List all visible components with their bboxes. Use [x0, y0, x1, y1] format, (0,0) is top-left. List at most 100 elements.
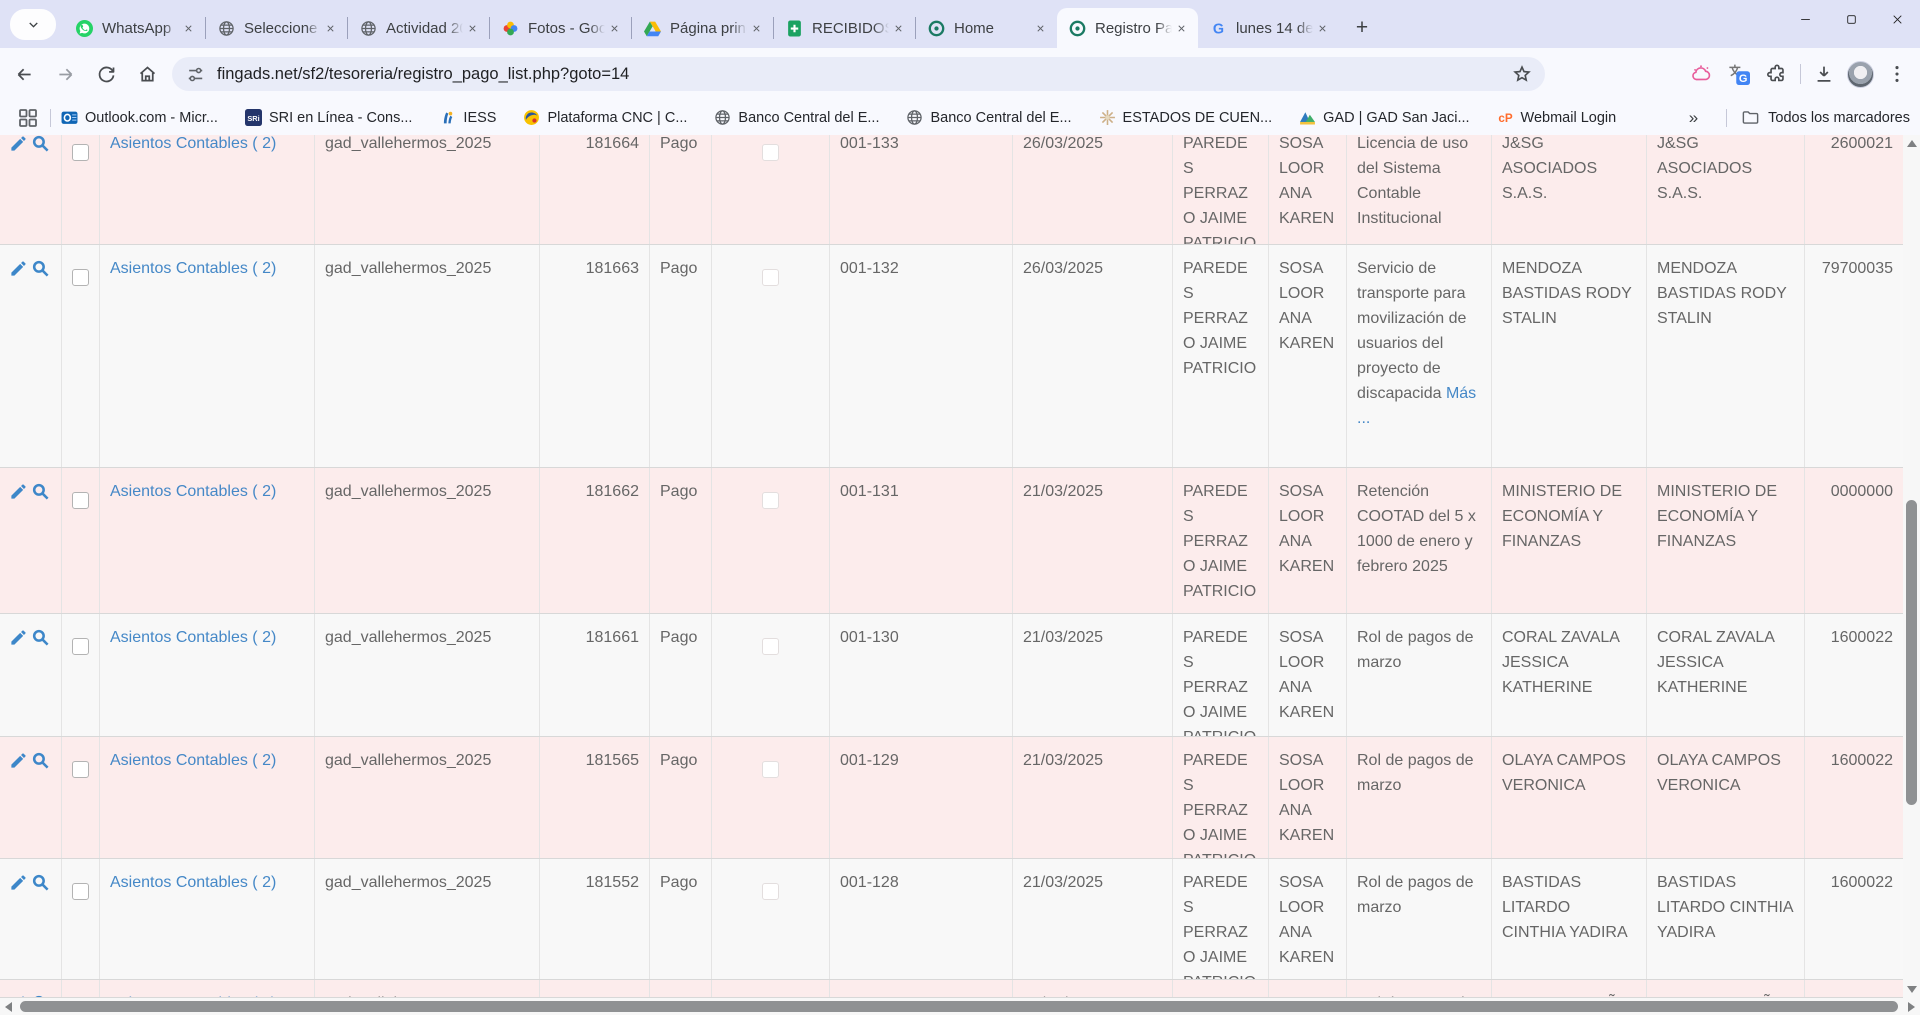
tab-title: WhatsApp — [102, 20, 179, 37]
view-search-icon[interactable] — [31, 482, 50, 501]
browser-menu-icon[interactable] — [1882, 59, 1912, 89]
tab-registro-pag[interactable]: Registro Pag — [1057, 8, 1198, 48]
tab-home[interactable]: Home — [916, 8, 1057, 48]
maximize-button[interactable] — [1828, 0, 1874, 38]
flag-checkbox[interactable] — [762, 144, 779, 161]
edit-icon[interactable] — [9, 482, 28, 501]
tab-search-button[interactable] — [10, 9, 56, 40]
fecha-cell: 26/03/2025 — [1013, 135, 1173, 245]
view-search-icon[interactable] — [31, 751, 50, 770]
all-bookmarks-button[interactable]: Todos los marcadores — [1768, 110, 1910, 126]
apps-grid-icon[interactable] — [16, 106, 40, 130]
site-settings-icon[interactable] — [186, 65, 205, 84]
bookmark-gad-gad-san-jaci[interactable]: GAD | GAD San Jaci... — [1299, 109, 1469, 126]
tipo-cell: Pago — [650, 135, 712, 245]
view-search-icon[interactable] — [31, 873, 50, 892]
home-button[interactable] — [130, 57, 164, 91]
edit-icon[interactable] — [9, 873, 28, 892]
scroll-up-arrow[interactable] — [1903, 135, 1920, 152]
tab-close-icon[interactable] — [1172, 19, 1190, 37]
bookmark-sri-en-l-nea-cons[interactable]: SRiSRI en Línea - Cons... — [245, 109, 412, 126]
row-select-checkbox[interactable] — [72, 492, 89, 509]
edit-icon[interactable] — [9, 628, 28, 647]
url-text[interactable]: fingads.net/sf2/tesoreria/registro_pago_… — [217, 65, 1511, 84]
tab-p-gina-princi[interactable]: Página princi — [632, 8, 773, 48]
asientos-contables-link[interactable]: Asientos Contables ( 2) — [110, 629, 276, 646]
scroll-right-arrow[interactable] — [1903, 998, 1920, 1015]
tab-actividad-202[interactable]: Actividad 202 — [348, 8, 489, 48]
tab-close-icon[interactable] — [179, 19, 197, 37]
view-search-icon[interactable] — [31, 259, 50, 278]
back-button[interactable] — [7, 57, 41, 91]
downloads-icon[interactable] — [1809, 59, 1839, 89]
asientos-contables-link[interactable]: Asientos Contables ( 2) — [110, 260, 276, 277]
bookmark-banco-central-del-e[interactable]: Banco Central del E... — [714, 109, 879, 126]
close-window-button[interactable] — [1874, 0, 1920, 38]
row-select-checkbox[interactable] — [72, 269, 89, 286]
tab-recibidos-xl[interactable]: RECIBIDOS.xl — [774, 8, 915, 48]
bookmark-plataforma-cnc-c[interactable]: Plataforma CNC | C... — [523, 109, 687, 126]
descripcion-cell: Rol de pagos de marzo — [1347, 980, 1492, 998]
flag-checkbox[interactable] — [762, 638, 779, 655]
tab-close-icon[interactable] — [747, 19, 765, 37]
asientos-contables-link[interactable]: Asientos Contables ( 2) — [110, 874, 276, 891]
view-search-icon[interactable] — [31, 628, 50, 647]
tab-fotos-goog[interactable]: Fotos - Goog — [490, 8, 631, 48]
horizontal-scrollbar-thumb[interactable] — [20, 1001, 1898, 1012]
tab-close-icon[interactable] — [605, 19, 623, 37]
tab-lunes-14-de-a[interactable]: Glunes 14 de a — [1198, 8, 1339, 48]
tab-close-icon[interactable] — [463, 19, 481, 37]
empresa-cell: gad_vallehermos_2025 — [315, 245, 540, 467]
bookmark-iess[interactable]: IESS — [439, 109, 496, 126]
tab-seleccione-ac[interactable]: Seleccione Ac — [206, 8, 347, 48]
tab-close-icon[interactable] — [321, 19, 339, 37]
forward-button[interactable] — [48, 57, 82, 91]
row-select-checkbox[interactable] — [72, 761, 89, 778]
scroll-down-arrow[interactable] — [1903, 981, 1920, 998]
translate-icon[interactable]: G — [1724, 59, 1754, 89]
asientos-contables-link[interactable]: Asientos Contables ( 2) — [110, 752, 276, 769]
new-tab-button[interactable]: + — [1348, 14, 1376, 42]
minimize-button[interactable] — [1782, 0, 1828, 38]
row-select-checkbox[interactable] — [72, 144, 89, 161]
extension-pink-icon[interactable] — [1686, 59, 1716, 89]
flag-checkbox[interactable] — [762, 761, 779, 778]
edit-icon[interactable] — [9, 259, 28, 278]
profile-avatar[interactable] — [1847, 61, 1874, 88]
bookmark-outlook-com-micr[interactable]: Outlook.com - Micr... — [61, 109, 218, 126]
view-search-icon[interactable] — [31, 135, 50, 153]
extensions-puzzle-icon[interactable] — [1762, 59, 1792, 89]
address-bar[interactable]: fingads.net/sf2/tesoreria/registro_pago_… — [172, 57, 1545, 91]
row-select-checkbox[interactable] — [72, 638, 89, 655]
horizontal-scrollbar[interactable] — [0, 998, 1920, 1015]
row-select-checkbox[interactable] — [72, 883, 89, 900]
bookmark-star-icon[interactable] — [1511, 63, 1533, 85]
flag-checkbox[interactable] — [762, 269, 779, 286]
edit-icon[interactable] — [9, 751, 28, 770]
bookmark-estados-de-cuen[interactable]: ESTADOS DE CUEN... — [1099, 109, 1273, 126]
vertical-scrollbar[interactable] — [1903, 135, 1920, 998]
sheets-icon — [786, 20, 803, 37]
asientos-contables-link[interactable]: Asientos Contables ( 2) — [110, 135, 276, 152]
flag-checkbox[interactable] — [762, 883, 779, 900]
table-row: Asientos Contables ( 2) gad_vallehermos_2… — [0, 245, 1903, 468]
tab-close-icon[interactable] — [1031, 19, 1049, 37]
bookmarks-overflow-chevron[interactable]: » — [1675, 108, 1712, 128]
bookmark-banco-central-del-e[interactable]: Banco Central del E... — [906, 109, 1071, 126]
flag-checkbox[interactable] — [762, 492, 779, 509]
scroll-left-arrow[interactable] — [0, 998, 17, 1015]
reload-button[interactable] — [89, 57, 123, 91]
empresa-cell: gad_vallehermos_2025 — [315, 614, 540, 737]
bookmark-webmail-login[interactable]: cPWebmail Login — [1497, 109, 1617, 126]
descripcion-text: Servicio de transporte para movilización… — [1357, 260, 1466, 402]
empresa-cell: gad_vallehermos_2025 — [315, 135, 540, 245]
tab-close-icon[interactable] — [889, 19, 907, 37]
edit-icon[interactable] — [9, 135, 28, 153]
documento-cell: 001-127 — [830, 980, 1013, 998]
table-row-inner: Asientos Contables ( 2)gad_vallehermos_2… — [0, 859, 1903, 980]
asientos-contables-link[interactable]: Asientos Contables ( 2) — [110, 483, 276, 500]
responsable-cell: PAREDES PERRAZO JAIME PATRICIO — [1173, 737, 1269, 859]
tab-whatsapp[interactable]: WhatsApp — [64, 8, 205, 48]
tab-close-icon[interactable] — [1313, 19, 1331, 37]
vertical-scrollbar-thumb[interactable] — [1906, 500, 1917, 805]
